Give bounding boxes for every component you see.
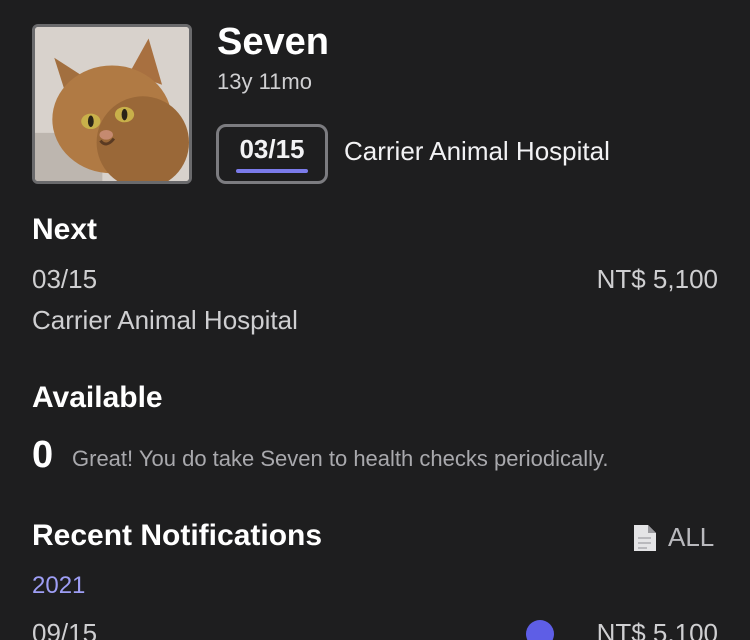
badge-hospital-name: Carrier Animal Hospital	[344, 136, 610, 166]
next-section-title: Next	[32, 213, 98, 246]
document-icon	[634, 524, 656, 551]
pet-name: Seven	[217, 21, 329, 63]
next-price: NT$ 5,100	[596, 264, 718, 294]
available-message: Great! You do take Seven to health check…	[72, 446, 609, 471]
pet-header: Seven 13y 11mo 03/15 Carrier Animal Hosp…	[32, 21, 718, 184]
notifications-year: 2021	[32, 572, 86, 599]
available-section-title: Available	[32, 381, 163, 414]
next-appointment-badge[interactable]: 03/15	[216, 124, 328, 184]
notifications-section-title: Recent Notifications	[32, 519, 323, 552]
view-all-notifications-button[interactable]: ALL	[632, 522, 714, 553]
view-all-label: ALL	[668, 522, 715, 552]
badge-date: 03/15	[239, 134, 305, 164]
notification-price: NT$ 5,100	[596, 618, 718, 640]
available-count: 0	[32, 434, 54, 476]
next-hospital: Carrier Animal Hospital	[32, 305, 298, 335]
cat-photo-image	[35, 27, 189, 181]
notification-date: 09/15	[32, 618, 98, 640]
badge-indicator-bar	[236, 169, 308, 173]
pet-age: 13y 11mo	[217, 69, 312, 94]
next-date: 03/15	[32, 264, 98, 294]
pet-photo[interactable]	[32, 24, 192, 184]
checkmark-icon	[526, 620, 554, 640]
